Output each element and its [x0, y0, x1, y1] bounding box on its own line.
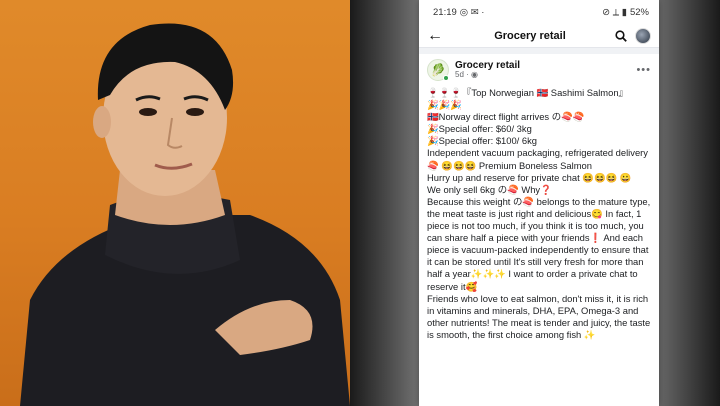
status-time: 21:19 — [433, 6, 457, 18]
post-line: We only sell 6kg の🍣 Why❓ — [427, 183, 552, 195]
signal-icons: ⊘ ⟂ ▮ — [602, 6, 627, 18]
phone-screen: 21:19 ◎ ✉ · ⊘ ⟂ ▮ 52% ← Grocery retail 🥬… — [419, 0, 659, 406]
online-indicator-icon — [443, 75, 449, 81]
profile-icon[interactable] — [635, 27, 651, 44]
portrait-photo — [0, 0, 350, 406]
post-line: 🍷🍷🍷『Top Norwegian 🇳🇴 Sashimi Salmon』 — [427, 87, 628, 98]
post-line: Independent vacuum packaging, refrigerat… — [427, 147, 648, 159]
post-line: Hurry up and reserve for private chat 😆😆… — [427, 171, 632, 183]
battery-level: 52% — [629, 6, 649, 18]
post-text: 🍷🍷🍷『Top Norwegian 🇳🇴 Sashimi Salmon』 🎉🎉🎉… — [419, 83, 659, 341]
post-timestamp[interactable]: 5d · ◉ — [455, 70, 636, 80]
arrow-left-icon[interactable]: ← — [427, 27, 445, 45]
status-bar: 21:19 ◎ ✉ · ⊘ ⟂ ▮ 52% — [419, 0, 659, 24]
app-bar: ← Grocery retail — [419, 24, 659, 48]
post-line: 🎉🎉🎉 — [427, 99, 463, 111]
notification-icons: ◎ ✉ · — [459, 6, 485, 18]
post-paragraph: Friends who love to eat salmon, don't mi… — [427, 292, 651, 340]
more-icon[interactable]: ••• — [636, 64, 651, 76]
post-header: 🥬 Grocery retail 5d · ◉ ••• — [419, 54, 659, 83]
page-name[interactable]: Grocery retail — [455, 60, 636, 71]
post-paragraph: Because this weight の🍣 belongs to the ma… — [427, 195, 651, 292]
page-avatar[interactable]: 🥬 — [427, 59, 449, 81]
portrait-illustration — [20, 23, 350, 406]
post-line: 🍣 😆😆😆 Premium Boneless Salmon — [427, 159, 592, 171]
page-title: Grocery retail — [494, 29, 566, 42]
search-icon[interactable] — [615, 29, 627, 42]
post-line: 🎉Special offer: $100/ 6kg — [427, 135, 538, 147]
post-line: 🇳🇴Norway direct flight arrives の🍣🍣 — [427, 111, 585, 123]
post-line: 🎉Special offer: $60/ 3kg — [427, 123, 532, 135]
